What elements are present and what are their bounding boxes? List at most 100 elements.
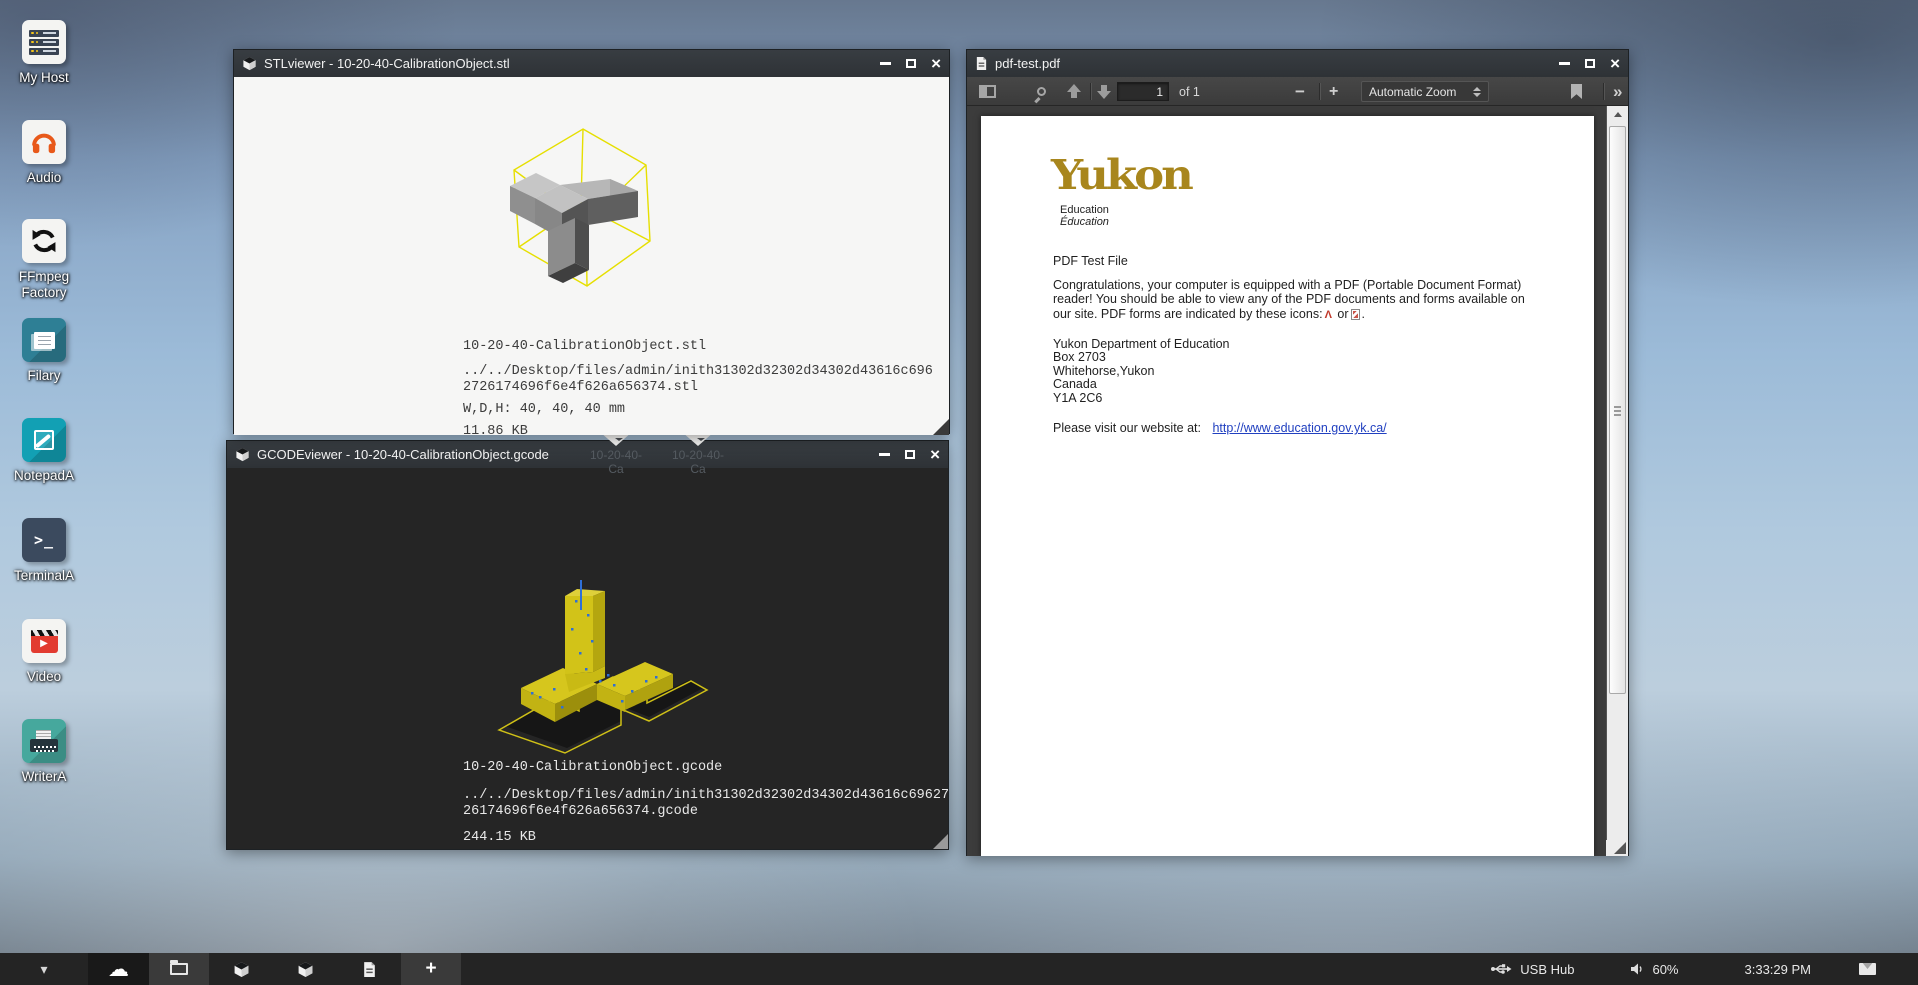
cube-icon (235, 447, 250, 462)
cube-icon (233, 961, 250, 978)
gcode-render (495, 580, 710, 760)
website-link[interactable]: http://www.education.gov.yk.ca/ (1212, 421, 1386, 435)
taskbar-cloud-button[interactable]: ☁ (88, 953, 149, 985)
taskbar: ▾ ☁ + USB Hub 60% 3:33:29 PM (0, 953, 1918, 985)
next-page-icon[interactable] (1097, 77, 1111, 106)
book-icon (22, 318, 66, 362)
scrollbar-thumb[interactable] (1609, 126, 1626, 694)
stl-3d-viewport[interactable]: 10-20-40-CalibrationObject.stl ../../Des… (234, 77, 949, 435)
bookmark-icon[interactable] (1571, 77, 1582, 106)
usb-status[interactable]: USB Hub (1490, 962, 1574, 977)
desktop-icon-label: Filary (8, 368, 80, 384)
cube-icon (242, 56, 257, 71)
yukon-logo: Yukon (1051, 154, 1191, 195)
resize-grip[interactable] (933, 419, 949, 435)
scroll-up-icon[interactable] (1607, 106, 1628, 122)
envelope-icon (1859, 963, 1876, 975)
gcode-viewer-window: GCODEviewer - 10-20-40-CalibrationObject… (226, 440, 949, 850)
stl-filename: 10-20-40-CalibrationObject.stl (463, 339, 933, 355)
pdf-viewer-window: pdf-test.pdf × of 1 − + Automatic Zoom (966, 49, 1629, 856)
pdf-address-block: Yukon Department of Education Box 2703 W… (1053, 338, 1230, 405)
pdf-document-icon (362, 961, 377, 978)
gcode-filename: 10-20-40-CalibrationObject.gcode (463, 760, 948, 776)
desktop-icon-label: My Host (8, 70, 80, 86)
usb-label: USB Hub (1520, 962, 1574, 977)
desktop-icon-label: NotepadA (8, 468, 80, 484)
taskbar-pdfviewer-button[interactable] (337, 953, 401, 985)
close-icon[interactable]: × (930, 448, 940, 462)
maximize-icon[interactable] (906, 59, 916, 68)
gcode-file-info: 10-20-40-CalibrationObject.gcode ../../D… (463, 760, 948, 846)
desktop-icon-audio[interactable]: Audio (8, 120, 80, 186)
desktop-icon-ffmpeg-factory[interactable]: FFmpeg Factory (8, 219, 80, 301)
acrobat-icon: Λ (1323, 309, 1334, 321)
minimize-icon[interactable] (879, 453, 890, 456)
taskbar-files-button[interactable] (149, 953, 209, 985)
pdf-content-area: Yukon Education Éducation PDF Test File … (967, 106, 1628, 856)
desktop-icon-label: WriterA (8, 769, 80, 785)
video-player-icon: ▶ (22, 619, 66, 663)
stl-render (486, 123, 686, 308)
cube-icon (297, 961, 314, 978)
gcode-filepath: ../../Desktop/files/admin/inith31302d323… (463, 788, 948, 820)
zoom-in-button[interactable]: + (1329, 77, 1338, 106)
pdf-heading: PDF Test File (1053, 254, 1128, 268)
zoom-level-select[interactable]: Automatic Zoom (1361, 81, 1489, 102)
typewriter-icon (22, 719, 66, 763)
taskbar-stlviewer-button[interactable] (209, 953, 273, 985)
minimize-icon[interactable] (1559, 62, 1570, 65)
resize-grip[interactable] (1606, 840, 1628, 856)
desktop-icon-writera[interactable]: WriterA (8, 719, 80, 785)
pdf-form-icon (1351, 309, 1360, 320)
pdf-document-icon (975, 56, 988, 71)
window-title: pdf-test.pdf (995, 56, 1551, 71)
window-title: STLviewer - 10-20-40-CalibrationObject.s… (264, 56, 872, 71)
desktop-icon-notepada[interactable]: NotepadA (8, 418, 80, 484)
clock[interactable]: 3:33:29 PM (1745, 962, 1812, 977)
maximize-icon[interactable] (1585, 59, 1595, 68)
close-icon[interactable]: × (1610, 57, 1620, 71)
volume-status[interactable]: 60% (1630, 962, 1678, 977)
previous-page-icon[interactable] (1067, 77, 1081, 106)
stl-filesize: 11.86 KB (463, 424, 933, 435)
desktop-icon-filary[interactable]: Filary (8, 318, 80, 384)
pdf-titlebar[interactable]: pdf-test.pdf × (967, 50, 1628, 77)
desktop-icon-my-host[interactable]: My Host (8, 20, 80, 86)
gcode-3d-viewport[interactable]: 10-20-40-CalibrationObject.gcode ../../D… (227, 468, 948, 849)
search-icon[interactable] (1037, 77, 1046, 106)
taskbar-collapse-button[interactable]: ▾ (0, 953, 88, 985)
cloud-icon: ☁ (108, 957, 129, 982)
maximize-icon[interactable] (905, 450, 915, 459)
circular-arrows-icon (22, 219, 66, 263)
sidebar-toggle-icon[interactable] (979, 77, 996, 106)
pdf-toolbar: of 1 − + Automatic Zoom » (967, 77, 1628, 106)
headphones-icon (22, 120, 66, 164)
select-spinner-icon (1473, 87, 1481, 97)
usb-icon (1490, 963, 1512, 975)
page-count-label: of 1 (1179, 77, 1200, 106)
desktop-icon-terminala[interactable]: >_ TerminalA (8, 518, 80, 584)
window-title: GCODEviewer - 10-20-40-CalibrationObject… (257, 447, 871, 462)
resize-grip[interactable] (933, 834, 948, 849)
taskbar-gcodeviewer-button[interactable] (273, 953, 337, 985)
terminal-icon: >_ (22, 518, 66, 562)
stl-dimensions: W,D,H: 40, 40, 40 mm (463, 402, 933, 418)
desktop-wallpaper: My Host Audio FFmpeg Factory Filary Note… (0, 0, 1918, 985)
stl-viewer-window: STLviewer - 10-20-40-CalibrationObject.s… (233, 49, 950, 434)
desktop-icon-video[interactable]: ▶ Video (8, 619, 80, 685)
plus-icon: + (425, 958, 436, 980)
desktop-icon-label: Video (8, 669, 80, 685)
close-icon[interactable]: × (931, 57, 941, 71)
page-number-input-wrap (1117, 77, 1169, 106)
mail-status[interactable] (1859, 963, 1876, 975)
zoom-out-button[interactable]: − (1295, 77, 1305, 106)
stl-filepath: ../../Desktop/files/admin/inith31302d323… (463, 364, 933, 396)
pdf-scrollbar[interactable] (1606, 106, 1628, 856)
gcode-filesize: 244.15 KB (463, 830, 948, 846)
taskbar-new-button[interactable]: + (401, 953, 461, 985)
toolbar-overflow-icon[interactable]: » (1613, 77, 1622, 106)
stl-titlebar[interactable]: STLviewer - 10-20-40-CalibrationObject.s… (234, 50, 949, 77)
minimize-icon[interactable] (880, 62, 891, 65)
page-number-input[interactable] (1117, 82, 1169, 101)
folder-icon (170, 963, 188, 975)
